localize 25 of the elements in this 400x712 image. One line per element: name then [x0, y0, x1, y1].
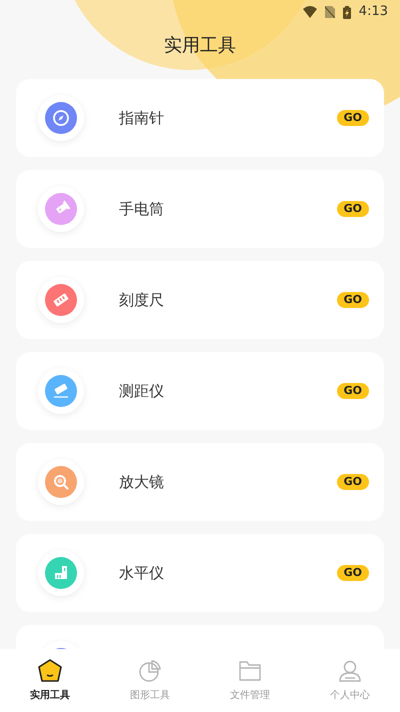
tool-name: 水平仪: [119, 562, 165, 584]
pie-chart-icon: [137, 658, 163, 684]
go-badge[interactable]: GO: [336, 565, 369, 581]
go-badge[interactable]: GO: [336, 292, 369, 308]
nav-tab[interactable]: 实用工具: [0, 649, 100, 712]
tool-card[interactable]: 水平仪 GO: [16, 534, 384, 612]
tool-card[interactable]: 手电筒 GO: [16, 170, 384, 248]
pentagon-face-icon: [37, 658, 63, 684]
wifi-icon: [302, 6, 317, 18]
tool-card[interactable]: 指南针 GO: [16, 79, 384, 157]
go-badge[interactable]: GO: [336, 110, 369, 126]
go-badge[interactable]: GO: [336, 201, 369, 217]
tool-name: 测距仪: [119, 380, 165, 402]
tool-card[interactable]: 测距仪 GO: [16, 352, 384, 430]
page-title: 实用工具: [164, 34, 236, 58]
status-time: 4:13: [358, 3, 388, 22]
tool-card[interactable]: 放大镜 GO: [16, 443, 384, 521]
go-badge[interactable]: GO: [336, 383, 369, 399]
tool-name: 手电筒: [119, 198, 165, 220]
tool-name: 指南针: [119, 108, 165, 129]
tool-name: 刻度尺: [119, 290, 165, 311]
tool-name: 放大镜: [119, 472, 165, 493]
tool-card[interactable]: 刻度尺 GO: [16, 261, 384, 339]
go-badge[interactable]: GO: [336, 474, 369, 490]
person-icon: [337, 658, 363, 684]
